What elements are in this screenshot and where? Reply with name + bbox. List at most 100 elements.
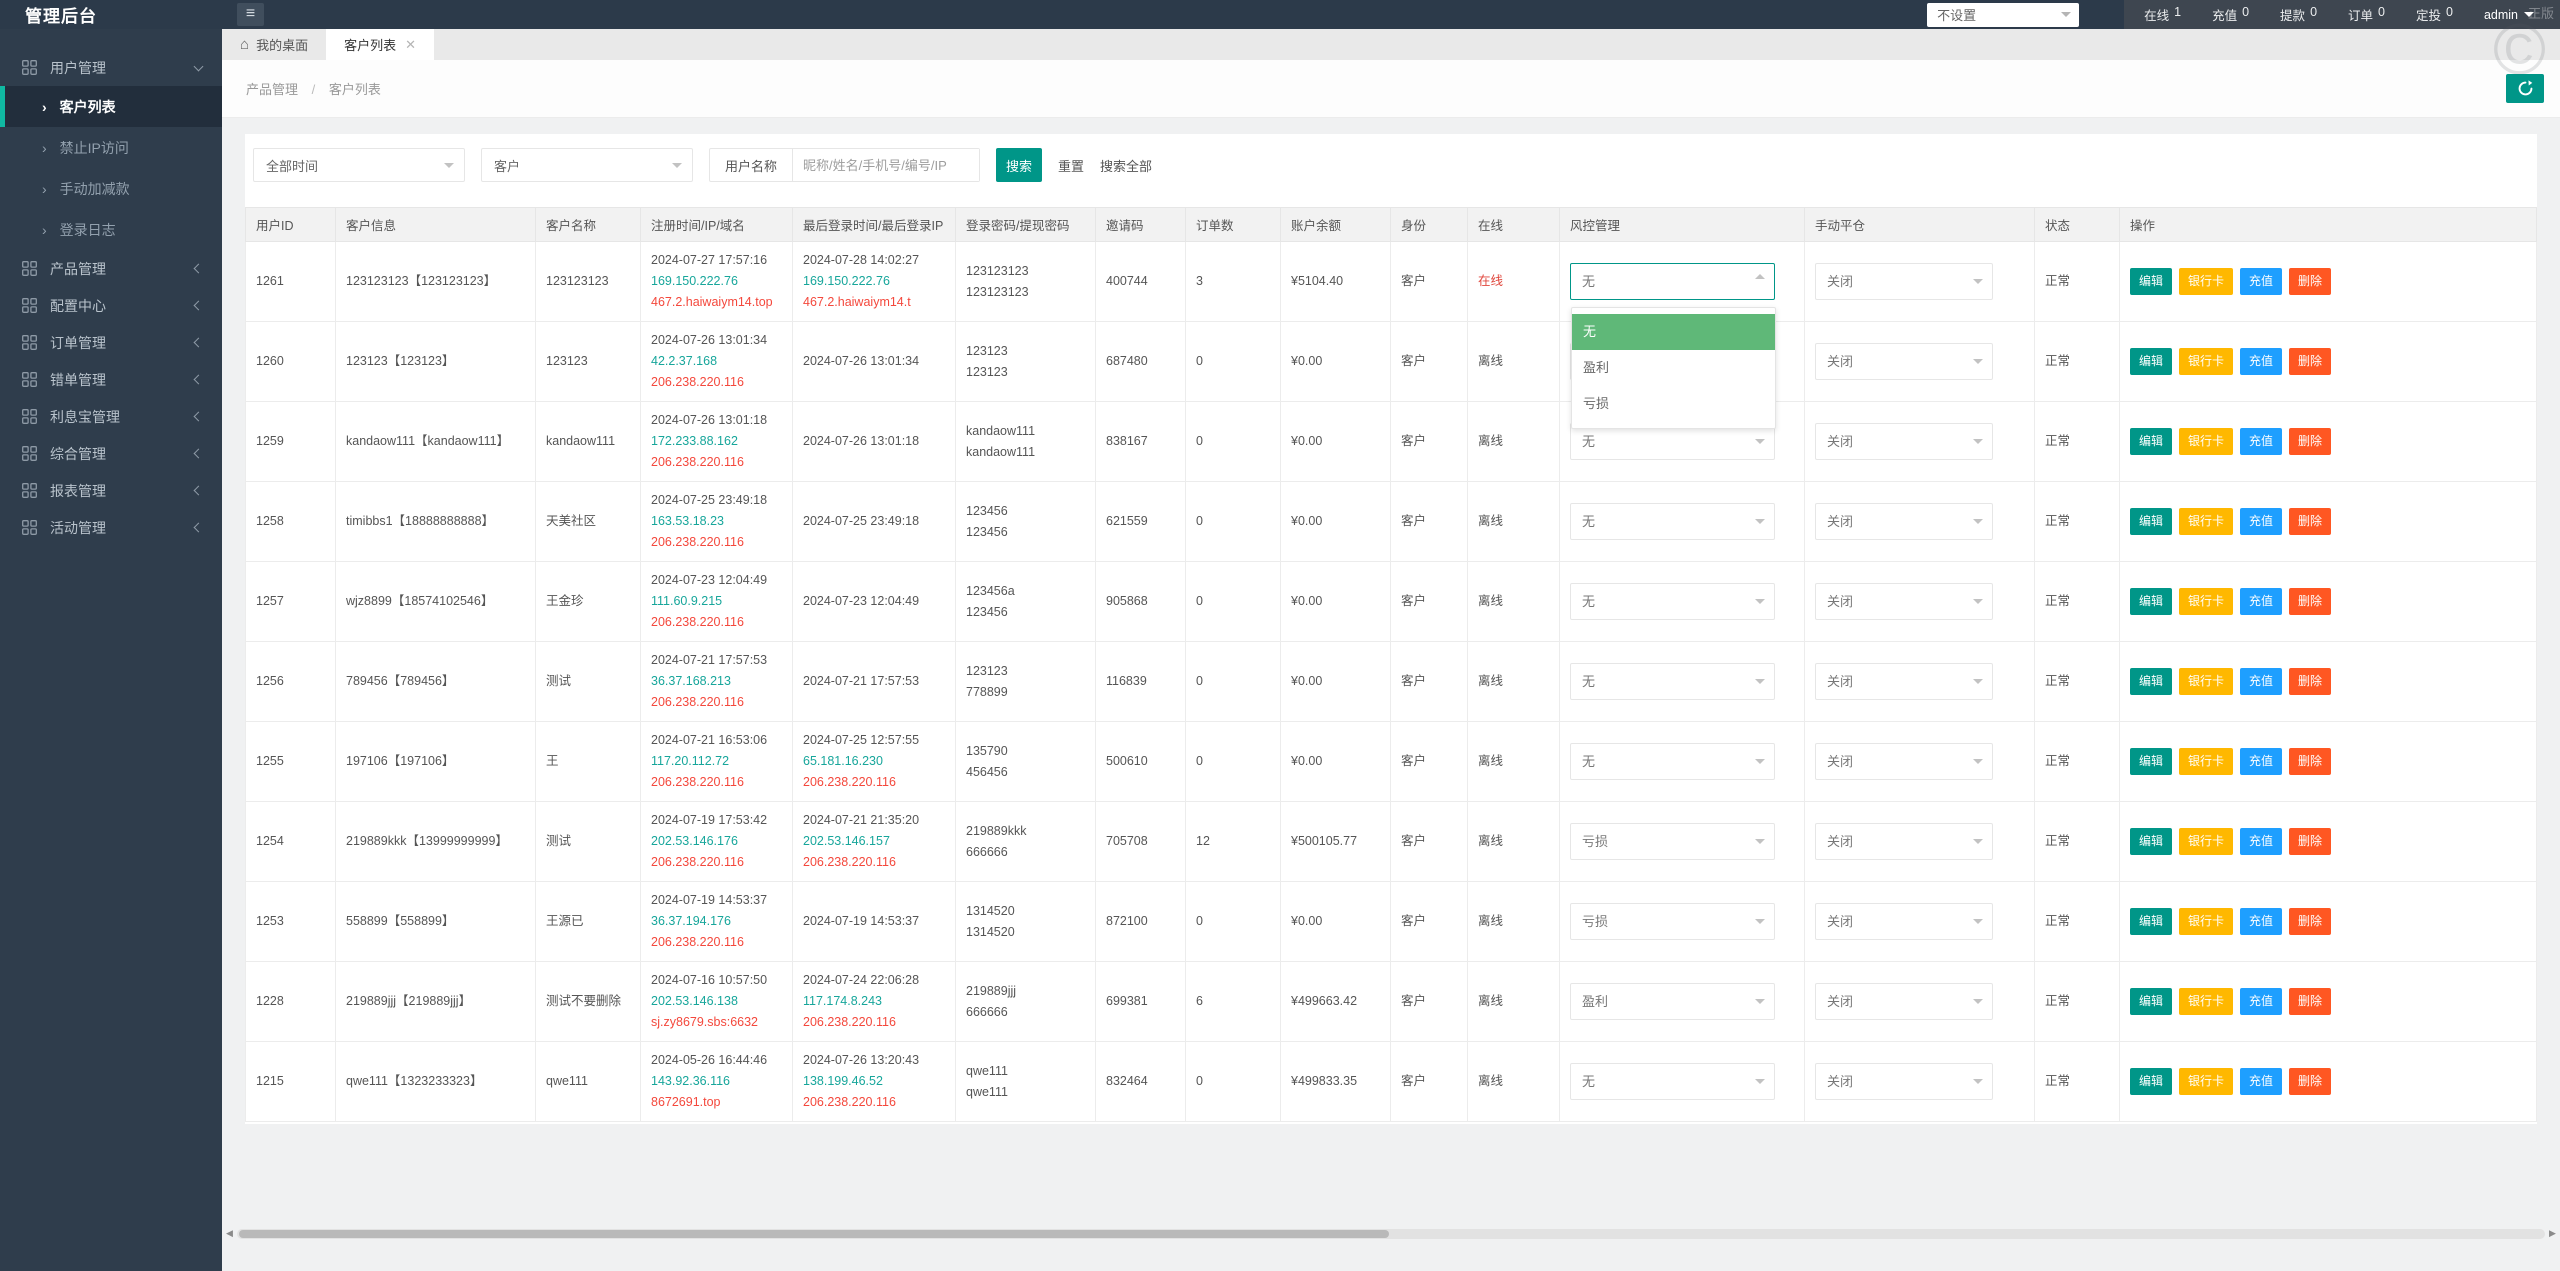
risk-control-select[interactable]: 盈利 — [1570, 983, 1775, 1020]
risk-control-select[interactable]: 无 — [1570, 743, 1775, 780]
risk-control-select[interactable]: 无无盈利 亏损 — [1570, 263, 1776, 429]
edit-button[interactable]: 编辑 — [2130, 908, 2173, 935]
sidebar-item-4[interactable]: 错单管理 — [0, 361, 222, 398]
risk-control-select[interactable]: 无 — [1570, 503, 1775, 540]
sidebar-subitem-0-3[interactable]: › 登录日志 — [0, 209, 222, 250]
recharge-button[interactable]: 充值 — [2240, 828, 2283, 855]
manual-close-select[interactable]: 关闭 — [1815, 903, 1993, 940]
bank-card-button[interactable]: 银行卡 — [2179, 1068, 2234, 1095]
sidebar-item-3[interactable]: 订单管理 — [0, 324, 222, 361]
manual-close-select[interactable]: 关闭 — [1815, 583, 1993, 620]
recharge-button[interactable]: 充值 — [2240, 1068, 2283, 1095]
delete-button[interactable]: 删除 — [2289, 268, 2332, 295]
recharge-button[interactable]: 充值 — [2240, 668, 2283, 695]
delete-button[interactable]: 删除 — [2289, 348, 2332, 375]
time-range-select[interactable]: 全部时间 — [253, 148, 465, 182]
manual-close-select[interactable]: 关闭 — [1815, 663, 1993, 700]
risk-control-select[interactable]: 亏损 — [1570, 823, 1775, 860]
edit-button[interactable]: 编辑 — [2130, 508, 2173, 535]
delete-button[interactable]: 删除 — [2289, 748, 2332, 775]
sidebar-item-2[interactable]: 配置中心 — [0, 287, 222, 324]
search-button[interactable]: 搜索 — [996, 148, 1043, 182]
stat-orders[interactable]: 订单 0 — [2348, 5, 2385, 24]
sidebar-item-1[interactable]: 产品管理 — [0, 250, 222, 287]
tab-customer-list[interactable]: 客户列表 ✕ — [326, 29, 434, 60]
customer-type-select[interactable]: 客户 — [481, 148, 693, 182]
recharge-button[interactable]: 充值 — [2240, 348, 2283, 375]
recharge-button[interactable]: 充值 — [2240, 748, 2283, 775]
delete-button[interactable]: 删除 — [2289, 828, 2332, 855]
recharge-button[interactable]: 充值 — [2240, 428, 2283, 455]
manual-close-select[interactable]: 关闭 — [1815, 263, 1993, 300]
stat-withdraw[interactable]: 提款 0 — [2280, 5, 2317, 24]
bank-card-button[interactable]: 银行卡 — [2179, 508, 2234, 535]
sidebar-subitem-0-0[interactable]: › 客户列表 — [0, 86, 222, 127]
risk-control-select[interactable]: 无 — [1570, 1063, 1775, 1100]
edit-button[interactable]: 编辑 — [2130, 588, 2173, 615]
scroll-right-icon[interactable]: ▶ — [2545, 1226, 2560, 1241]
delete-button[interactable]: 删除 — [2289, 1068, 2332, 1095]
topbar-filter-select[interactable]: 不设置 — [1927, 2, 2080, 27]
bank-card-button[interactable]: 银行卡 — [2179, 668, 2234, 695]
tab-my-desktop[interactable]: ⌂ 我的桌面 — [222, 29, 326, 60]
delete-button[interactable]: 删除 — [2289, 908, 2332, 935]
risk-option[interactable]: 无 — [1572, 314, 1775, 350]
close-icon[interactable]: ✕ — [405, 37, 416, 53]
manual-close-select[interactable]: 关闭 — [1815, 423, 1993, 460]
delete-button[interactable]: 删除 — [2289, 988, 2332, 1015]
horizontal-scrollbar[interactable]: ◀ ▶ — [222, 1226, 2560, 1241]
sidebar-item-0[interactable]: 用户管理 — [0, 49, 222, 86]
scroll-left-icon[interactable]: ◀ — [222, 1226, 237, 1241]
breadcrumb-parent[interactable]: 产品管理 — [246, 82, 298, 97]
delete-button[interactable]: 删除 — [2289, 668, 2332, 695]
manual-close-select[interactable]: 关闭 — [1815, 823, 1993, 860]
edit-button[interactable]: 编辑 — [2130, 748, 2173, 775]
recharge-button[interactable]: 充值 — [2240, 508, 2283, 535]
edit-button[interactable]: 编辑 — [2130, 348, 2173, 375]
edit-button[interactable]: 编辑 — [2130, 988, 2173, 1015]
edit-button[interactable]: 编辑 — [2130, 268, 2173, 295]
stat-recharge[interactable]: 充值 0 — [2212, 5, 2249, 24]
bank-card-button[interactable]: 银行卡 — [2179, 908, 2234, 935]
search-all-button[interactable]: 搜索全部 — [1100, 156, 1152, 175]
manual-close-select[interactable]: 关闭 — [1815, 503, 1993, 540]
sidebar-subitem-0-2[interactable]: › 手动加减款 — [0, 168, 222, 209]
delete-button[interactable]: 删除 — [2289, 428, 2332, 455]
risk-option[interactable]: 盈利 — [1572, 350, 1775, 386]
hamburger-menu-icon[interactable]: ≡ — [237, 3, 264, 26]
scrollbar-track[interactable] — [237, 1228, 2545, 1239]
edit-button[interactable]: 编辑 — [2130, 828, 2173, 855]
search-input[interactable] — [793, 149, 980, 181]
bank-card-button[interactable]: 银行卡 — [2179, 268, 2234, 295]
sidebar-item-7[interactable]: 报表管理 — [0, 472, 222, 509]
stat-online[interactable]: 在线 1 — [2144, 5, 2181, 24]
bank-card-button[interactable]: 银行卡 — [2179, 588, 2234, 615]
recharge-button[interactable]: 充值 — [2240, 268, 2283, 295]
manual-close-select[interactable]: 关闭 — [1815, 983, 1993, 1020]
manual-close-select[interactable]: 关闭 — [1815, 343, 1993, 380]
stat-autoinvest[interactable]: 定投 0 — [2416, 5, 2453, 24]
risk-option[interactable]: 亏损 — [1572, 386, 1775, 422]
risk-control-select[interactable]: 无 — [1570, 583, 1775, 620]
recharge-button[interactable]: 充值 — [2240, 588, 2283, 615]
bank-card-button[interactable]: 银行卡 — [2179, 348, 2234, 375]
sidebar-subitem-0-1[interactable]: › 禁止IP访问 — [0, 127, 222, 168]
risk-control-select[interactable]: 无 — [1570, 663, 1775, 700]
sidebar-item-8[interactable]: 活动管理 — [0, 509, 222, 546]
edit-button[interactable]: 编辑 — [2130, 1068, 2173, 1095]
manual-close-select[interactable]: 关闭 — [1815, 1063, 1993, 1100]
recharge-button[interactable]: 充值 — [2240, 988, 2283, 1015]
sidebar-item-5[interactable]: 利息宝管理 — [0, 398, 222, 435]
delete-button[interactable]: 删除 — [2289, 588, 2332, 615]
recharge-button[interactable]: 充值 — [2240, 908, 2283, 935]
bank-card-button[interactable]: 银行卡 — [2179, 428, 2234, 455]
risk-control-select[interactable]: 亏损 — [1570, 903, 1775, 940]
delete-button[interactable]: 删除 — [2289, 508, 2332, 535]
bank-card-button[interactable]: 银行卡 — [2179, 828, 2234, 855]
sidebar-item-6[interactable]: 综合管理 — [0, 435, 222, 472]
bank-card-button[interactable]: 银行卡 — [2179, 988, 2234, 1015]
edit-button[interactable]: 编辑 — [2130, 428, 2173, 455]
edit-button[interactable]: 编辑 — [2130, 668, 2173, 695]
reset-button[interactable]: 重置 — [1058, 156, 1084, 175]
manual-close-select[interactable]: 关闭 — [1815, 743, 1993, 780]
